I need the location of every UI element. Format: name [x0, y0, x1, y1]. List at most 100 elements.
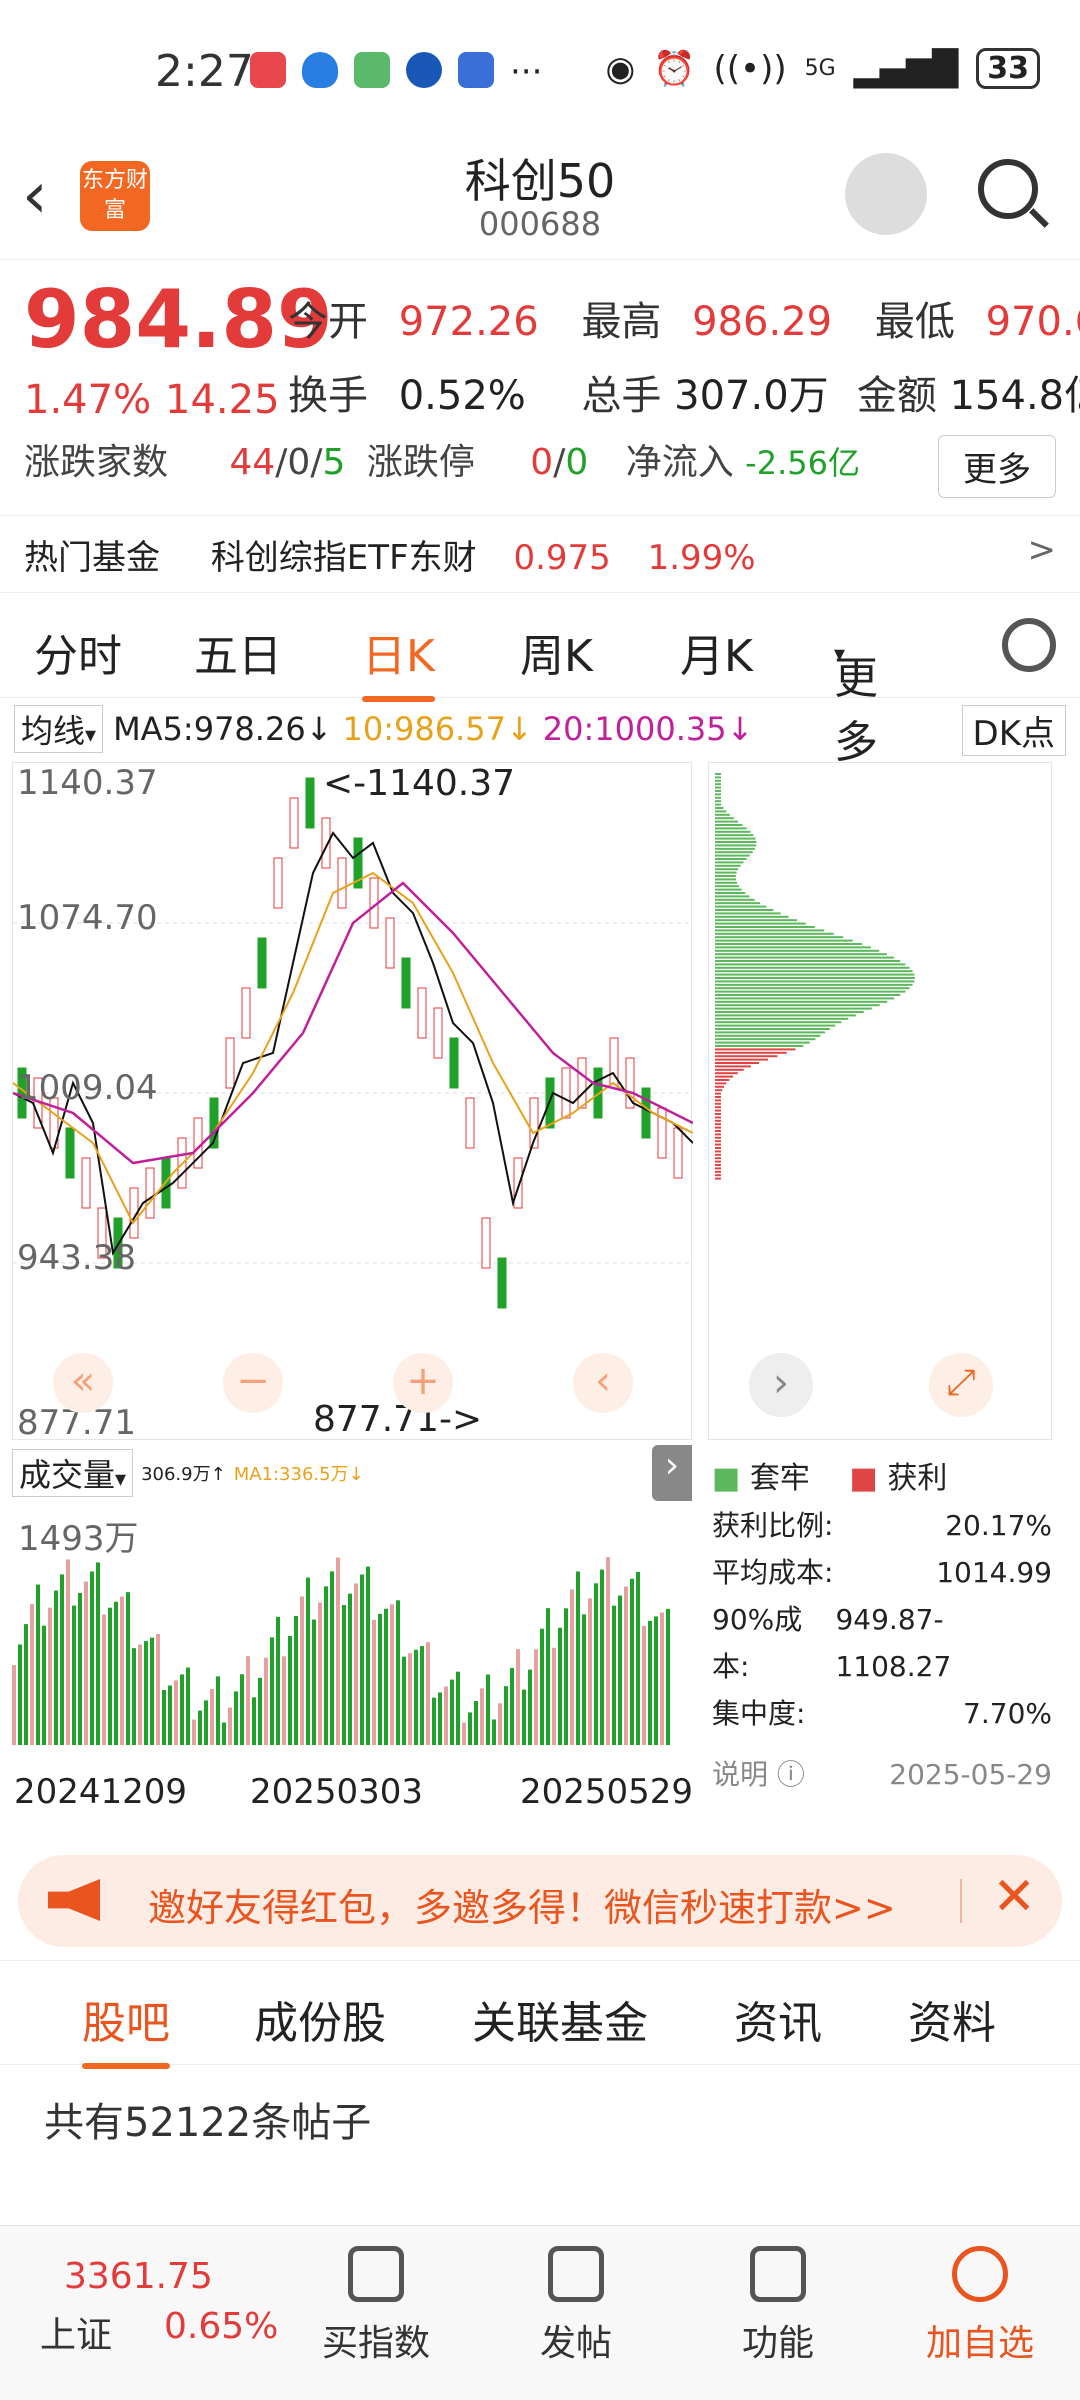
- chip-bar: [715, 977, 916, 979]
- volume-bar: [522, 1689, 526, 1745]
- chip-bar: [715, 1004, 880, 1007]
- volume-max-label: 1493万: [18, 1519, 139, 1559]
- volume-bar: [624, 1586, 628, 1745]
- volume-label: 总手: [581, 373, 662, 419]
- chip-bar: [715, 820, 739, 823]
- edit-icon: [548, 2246, 604, 2302]
- volume-value: 306.9万↑: [141, 1464, 226, 1485]
- index-pct[interactable]: 0.65%: [164, 2306, 278, 2347]
- chip-bar: [715, 1170, 721, 1173]
- chip-bar: [715, 1024, 836, 1027]
- zoom-out-icon[interactable]: −: [223, 1353, 283, 1413]
- volume-bar: [504, 1686, 508, 1745]
- bank-app-icon: [406, 52, 442, 88]
- chevron-right-icon[interactable]: ›: [652, 1445, 692, 1501]
- volume-bar: [324, 1586, 328, 1745]
- ma10-value: 10:986.57↓: [342, 710, 533, 748]
- volume-bar: [660, 1612, 664, 1745]
- volume-bar: [90, 1571, 94, 1745]
- tab-forum[interactable]: 股吧: [82, 1987, 170, 2069]
- fund-price: 0.975: [513, 538, 611, 578]
- chip-bar: [715, 1126, 721, 1129]
- volume-bar: [234, 1691, 238, 1745]
- tab-news[interactable]: 资讯: [734, 1987, 822, 2051]
- double-left-icon[interactable]: «: [53, 1353, 113, 1413]
- tab-related-funds[interactable]: 关联基金: [472, 1987, 648, 2051]
- volume-bar: [516, 1649, 520, 1745]
- tab-weekly-k[interactable]: 周K: [520, 620, 593, 684]
- chip-bar: [715, 783, 721, 786]
- tab-monthly-k[interactable]: 月K: [680, 620, 753, 684]
- chip-bar: [715, 830, 751, 833]
- chip-row-avg-cost: 平均成本: 1014.99: [712, 1549, 1052, 1596]
- explain-link[interactable]: 说明 ⓘ: [712, 1751, 805, 1798]
- volume-bar: [654, 1616, 658, 1745]
- volume-bar: [192, 1719, 196, 1745]
- add-watchlist-button[interactable]: 加自选: [900, 2246, 1060, 2366]
- post-count: 共有52122条帖子: [44, 2100, 372, 2146]
- app-icon: [458, 52, 494, 88]
- chip-bar: [715, 878, 736, 881]
- hot-fund-row[interactable]: 热门基金 科创综指ETF东财 0.975 1.99% >: [0, 515, 1080, 593]
- kline-chart[interactable]: 1140.37 1074.70 1009.04 943.38 877.71 <-…: [12, 762, 693, 1443]
- more-button[interactable]: 更多: [938, 435, 1056, 498]
- tab-profile[interactable]: 资料: [908, 1987, 996, 2051]
- volume-bar: [330, 1571, 334, 1745]
- chip-bar: [715, 1079, 730, 1081]
- volume-bar: [390, 1604, 394, 1745]
- tab-intraday[interactable]: 分时: [34, 620, 122, 684]
- gear-icon[interactable]: [1002, 618, 1056, 672]
- tab-five-day[interactable]: 五日: [194, 620, 282, 684]
- volume-bar: [162, 1690, 166, 1745]
- chip-bar: [715, 1153, 721, 1156]
- volume-bar: [546, 1608, 550, 1745]
- promo-banner[interactable]: 邀好友得红包，多邀多得！微信秒速打款>> ✕: [18, 1855, 1062, 1947]
- tab-constituents[interactable]: 成份股: [254, 1987, 386, 2051]
- volume-bar: [228, 1707, 232, 1745]
- chip-bar: [715, 1177, 721, 1180]
- chip-bar: [715, 827, 747, 830]
- close-icon[interactable]: ✕: [992, 1867, 1036, 1927]
- chevron-down-icon: ▾: [115, 1467, 127, 1492]
- volume-bar: [30, 1604, 34, 1745]
- zoom-in-icon[interactable]: +: [393, 1353, 453, 1413]
- chevron-right-icon[interactable]: ›: [749, 1353, 813, 1417]
- volume-bar: [72, 1605, 76, 1745]
- candle: [385, 917, 395, 969]
- volume-header: 成交量▾ 306.9万↑ MA1:336.5万↓ ›: [12, 1445, 692, 1501]
- chip-bar: [715, 1038, 816, 1041]
- netflow-value: -2.56亿: [745, 444, 860, 482]
- chip-bar: [715, 963, 906, 966]
- chip-bar: [715, 800, 721, 803]
- post-button[interactable]: 发帖: [496, 2246, 656, 2366]
- chevron-left-icon[interactable]: ‹: [573, 1353, 633, 1413]
- volume-bar: [348, 1593, 352, 1745]
- indicator-select[interactable]: 均线▾: [14, 705, 104, 753]
- volume-bar: [486, 1674, 490, 1745]
- volume-bar: [468, 1712, 472, 1745]
- status-time: 2:27: [155, 46, 254, 97]
- chip-bar: [715, 946, 871, 949]
- volume-bar: [150, 1637, 154, 1745]
- chip-bar: [715, 834, 754, 837]
- chip-bar: [715, 895, 750, 898]
- search-icon[interactable]: [978, 159, 1038, 219]
- volume-bar: [576, 1571, 580, 1745]
- chip-bar: [715, 796, 721, 799]
- function-button[interactable]: 功能: [698, 2246, 858, 2366]
- limit-up: 0: [530, 442, 554, 483]
- index-value[interactable]: 3361.75: [64, 2256, 213, 2297]
- volume-select[interactable]: 成交量▾: [12, 1449, 134, 1497]
- dk-point-button[interactable]: DK点: [961, 705, 1066, 756]
- volume-bar: [24, 1624, 28, 1745]
- robot-assistant-icon[interactable]: [845, 153, 927, 235]
- buy-index-button[interactable]: 买指数: [296, 2246, 456, 2366]
- huawei-app-icon: [250, 52, 286, 88]
- chip-bar: [715, 854, 750, 857]
- y-label-1: 1140.37: [17, 763, 158, 803]
- expand-icon[interactable]: ⤢: [929, 1353, 993, 1417]
- index-name[interactable]: 上证: [40, 2306, 112, 2358]
- tab-daily-k[interactable]: 日K: [362, 620, 435, 702]
- chip-bar: [715, 990, 906, 993]
- chip-bar: [715, 1082, 727, 1085]
